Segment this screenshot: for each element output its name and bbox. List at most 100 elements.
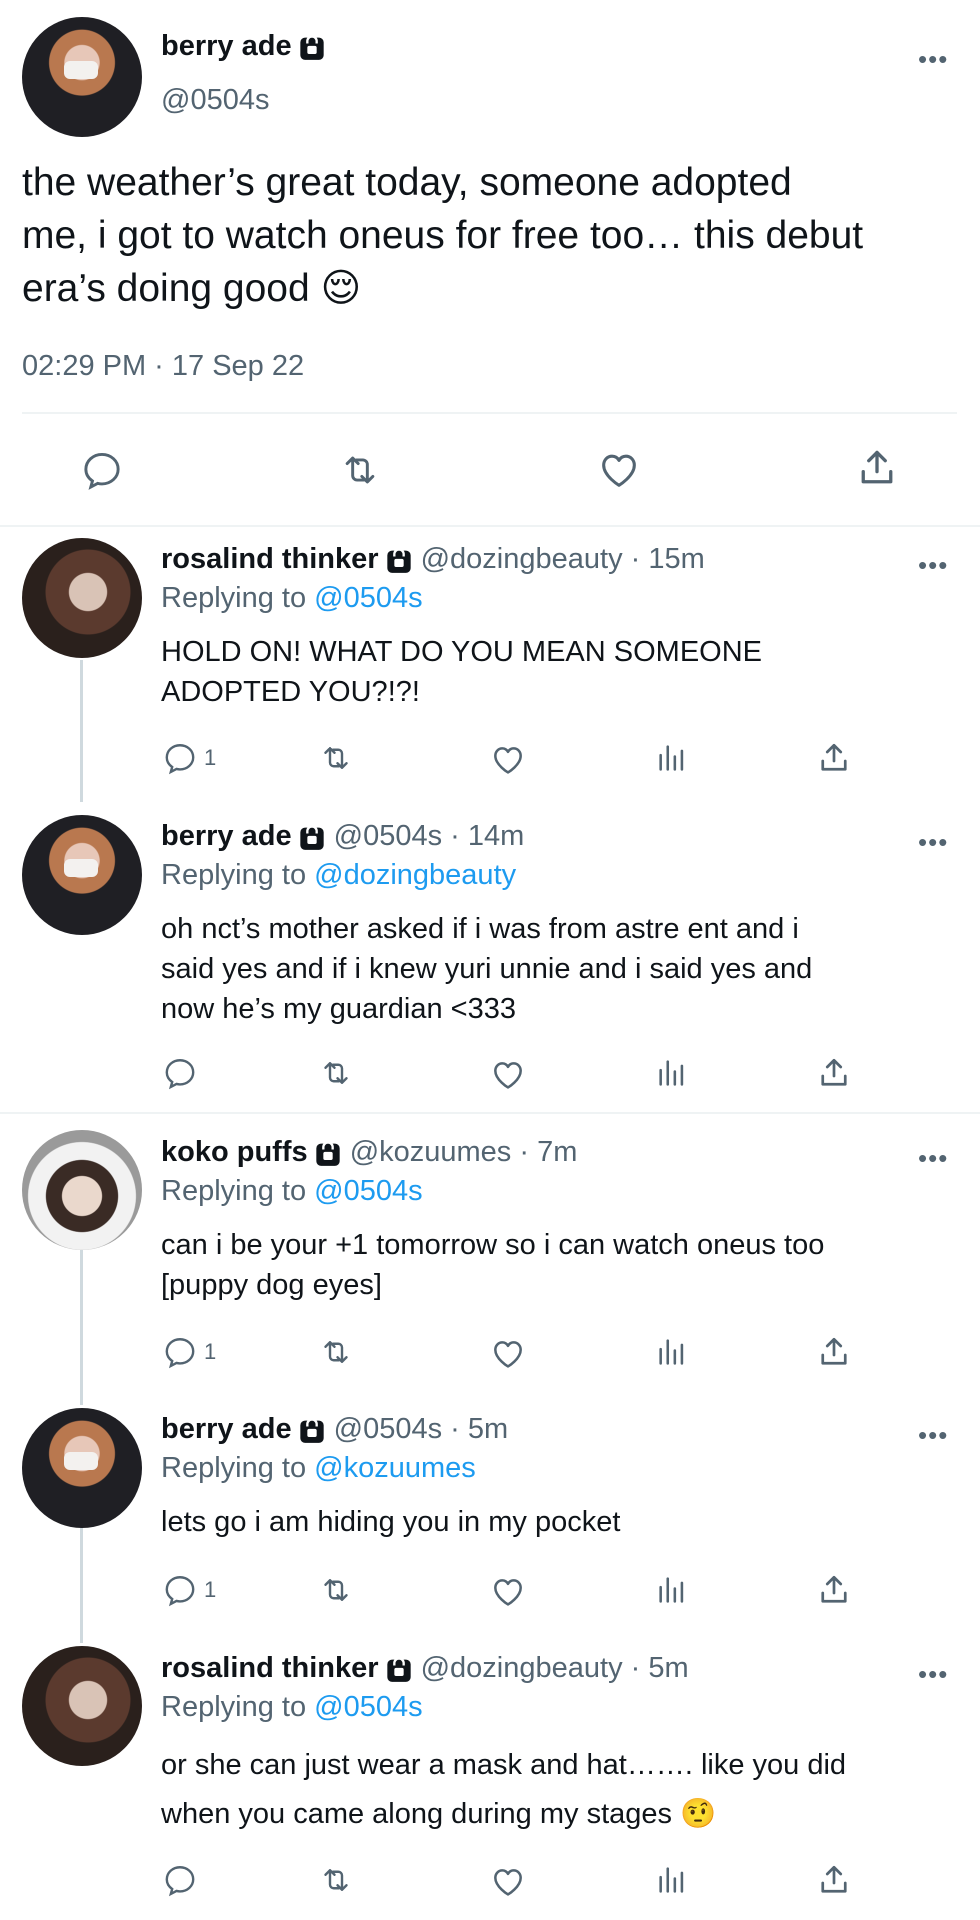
share-button[interactable] xyxy=(816,1862,852,1898)
author-meta[interactable]: @0504s · 14m xyxy=(334,820,525,852)
reply-button[interactable] xyxy=(162,1055,204,1091)
replying-to-link[interactable]: @0504s xyxy=(314,1175,422,1207)
views-icon xyxy=(655,1572,689,1608)
author-name[interactable]: rosalind thinker xyxy=(161,543,379,575)
lock-icon xyxy=(314,1139,342,1167)
heart-icon xyxy=(489,1862,527,1900)
lock-icon xyxy=(385,546,413,574)
author-name[interactable]: koko puffs xyxy=(161,1136,308,1168)
like-button[interactable] xyxy=(596,446,642,492)
share-button[interactable] xyxy=(816,1055,852,1091)
avatar[interactable] xyxy=(22,538,142,658)
views-button[interactable] xyxy=(655,1572,689,1608)
lock-icon xyxy=(298,823,326,851)
share-icon xyxy=(816,1572,852,1608)
more-options-icon[interactable]: ••• xyxy=(918,46,948,72)
share-button[interactable] xyxy=(816,740,852,776)
reply-count: 1 xyxy=(204,1339,217,1364)
like-button[interactable] xyxy=(489,740,527,778)
author-meta[interactable]: @dozingbeauty · 15m xyxy=(421,543,705,575)
replying-prefix: Replying to xyxy=(161,1175,307,1207)
more-options-icon[interactable]: ••• xyxy=(918,1422,948,1448)
more-options-icon[interactable]: ••• xyxy=(918,1145,948,1171)
reply-text-line: now he’s my guardian <333 xyxy=(161,993,516,1025)
views-button[interactable] xyxy=(655,1862,689,1898)
retweet-button[interactable] xyxy=(316,740,356,776)
thread-line xyxy=(80,1525,83,1643)
share-button[interactable] xyxy=(816,1572,852,1608)
divider xyxy=(22,412,957,414)
share-button[interactable] xyxy=(855,446,899,490)
like-button[interactable] xyxy=(489,1334,527,1372)
author-handle[interactable]: @0504s xyxy=(161,84,269,117)
replying-prefix: Replying to xyxy=(161,859,307,891)
thread-line xyxy=(80,660,83,802)
replying-prefix: Replying to xyxy=(161,1691,307,1723)
views-button[interactable] xyxy=(655,740,689,776)
reply-button[interactable]: 1 xyxy=(162,740,216,776)
lock-icon xyxy=(385,1655,413,1683)
reply-icon xyxy=(162,1862,198,1898)
relieved-emoji: 😌 xyxy=(320,267,362,310)
retweet-button[interactable] xyxy=(316,1055,356,1091)
reply-button[interactable]: 1 xyxy=(162,1334,216,1370)
reply-text-line: or she can just wear a mask and hat……. l… xyxy=(161,1749,847,1781)
like-button[interactable] xyxy=(489,1572,527,1610)
author-row: berry ade xyxy=(161,30,326,63)
avatar[interactable] xyxy=(22,1646,142,1766)
reply-text: can i be your +1 tomorrow so i can watch… xyxy=(161,1225,824,1305)
reply-text: or she can just wear a mask and hat……. l… xyxy=(161,1741,846,1839)
views-button[interactable] xyxy=(655,1055,689,1091)
more-options-icon[interactable]: ••• xyxy=(918,1661,948,1687)
author-name[interactable]: berry ade xyxy=(161,820,292,852)
share-icon xyxy=(816,1055,852,1091)
heart-icon xyxy=(489,1334,527,1372)
retweet-button[interactable] xyxy=(316,1334,356,1370)
views-button[interactable] xyxy=(655,1334,689,1370)
avatar[interactable] xyxy=(22,1130,142,1250)
reply-button[interactable]: 1 xyxy=(162,1572,216,1608)
views-icon xyxy=(655,1862,689,1898)
avatar[interactable] xyxy=(22,1408,142,1528)
replying-to-link[interactable]: @0504s xyxy=(314,582,422,614)
replying-to: Replying to @0504s xyxy=(161,582,423,615)
author-name[interactable]: berry ade xyxy=(161,30,292,62)
reply-text-line: oh nct’s mother asked if i was from astr… xyxy=(161,913,799,945)
author-meta[interactable]: @kozuumes · 7m xyxy=(350,1136,578,1168)
reply-button[interactable] xyxy=(162,1862,204,1898)
author-meta[interactable]: @dozingbeauty · 5m xyxy=(421,1652,689,1684)
replying-prefix: Replying to xyxy=(161,1452,307,1484)
replying-to-link[interactable]: @kozuumes xyxy=(314,1452,476,1484)
tweet-text-line: the weather’s great today, someone adopt… xyxy=(22,161,792,204)
retweet-icon xyxy=(316,1862,356,1898)
author-meta[interactable]: @0504s · 5m xyxy=(334,1413,509,1445)
author-name[interactable]: rosalind thinker xyxy=(161,1652,379,1684)
reply-header: rosalind thinker @dozingbeauty · 15m xyxy=(161,543,705,576)
views-icon xyxy=(655,1055,689,1091)
avatar[interactable] xyxy=(22,815,142,935)
share-button[interactable] xyxy=(816,1334,852,1370)
tweet-text-fragment: era’s doing good xyxy=(22,267,310,310)
more-options-icon[interactable]: ••• xyxy=(918,829,948,855)
retweet-button[interactable] xyxy=(316,1862,356,1898)
author-name[interactable]: berry ade xyxy=(161,1413,292,1445)
reply-button[interactable] xyxy=(80,448,124,492)
views-icon xyxy=(655,1334,689,1370)
reply-text-line: ADOPTED YOU?!?! xyxy=(161,676,420,708)
reply-text: oh nct’s mother asked if i was from astr… xyxy=(161,909,812,1029)
replying-prefix: Replying to xyxy=(161,582,307,614)
retweet-button[interactable] xyxy=(316,1572,356,1608)
retweet-button[interactable] xyxy=(336,448,384,492)
replying-to-link[interactable]: @0504s xyxy=(314,1691,422,1723)
tweet-timestamp[interactable]: 02:29 PM · 17 Sep 22 xyxy=(22,350,304,383)
share-icon xyxy=(816,740,852,776)
reply-text: HOLD ON! WHAT DO YOU MEAN SOMEONE ADOPTE… xyxy=(161,632,762,712)
like-button[interactable] xyxy=(489,1862,527,1900)
like-button[interactable] xyxy=(489,1055,527,1093)
more-options-icon[interactable]: ••• xyxy=(918,552,948,578)
replying-to-link[interactable]: @dozingbeauty xyxy=(314,859,516,891)
reply-text-fragment: when you came along during my stages xyxy=(161,1798,673,1830)
share-icon xyxy=(816,1334,852,1370)
share-icon xyxy=(816,1862,852,1898)
avatar[interactable] xyxy=(22,17,142,137)
